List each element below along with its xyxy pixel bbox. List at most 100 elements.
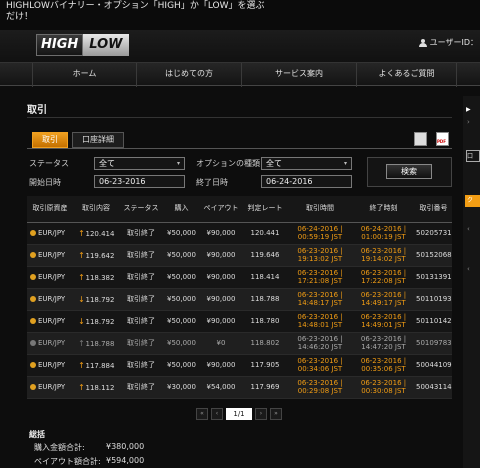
totals-payout-value: ¥594,000 — [106, 456, 145, 465]
nav-services[interactable]: サービス案内 — [242, 63, 357, 87]
header: HIGH LOW ユーザーID： — [0, 30, 480, 62]
next-page-button[interactable]: › — [255, 408, 267, 420]
cell-buy: ¥30,000 — [163, 376, 200, 399]
asset-name: EUR/JPY — [38, 361, 66, 369]
col-asset: 取引原資産 — [27, 196, 73, 223]
trade-date: 06-23-2016 | — [297, 313, 343, 321]
document-icon[interactable] — [414, 132, 427, 146]
cell-trade-id: 50152068 — [415, 244, 452, 267]
tab-divider — [27, 148, 452, 149]
trade-date: 06-23-2016 | — [297, 357, 343, 365]
logo-high: HIGH — [36, 34, 84, 56]
cell-content: ↑119.642 — [73, 244, 119, 267]
trade-date: 06-23-2016 | — [297, 247, 343, 255]
cell-payout: ¥90,000 — [200, 244, 242, 267]
cell-trade-id: 50043114 — [415, 376, 452, 399]
title-divider — [27, 117, 452, 118]
cell-end-time: 06-24-2016 | 01:00:19 JST — [352, 222, 415, 245]
cell-payout: ¥90,000 — [200, 310, 242, 333]
search-button[interactable]: 検索 — [386, 164, 432, 179]
user-id[interactable]: ユーザーID： — [418, 37, 478, 48]
cell-status: 取引終了 — [119, 244, 163, 267]
end-clock: 01:00:19 JST — [361, 233, 406, 241]
play-icon[interactable]: ▶ — [466, 106, 471, 113]
side-orange-tab[interactable]: ク — [465, 195, 480, 207]
end-date: 06-23-2016 | — [360, 357, 407, 365]
cell-status: 取引終了 — [119, 310, 163, 333]
coin-icon — [30, 230, 36, 236]
trade-clock: 14:48:01 JST — [297, 321, 343, 329]
cell-judge-rate: 118.780 — [242, 310, 288, 333]
totals-buy: 購入金額合計: ¥380,000 — [34, 442, 144, 453]
user-id-label: ユーザーID： — [429, 38, 478, 47]
trade-clock: 19:13:02 JST — [297, 255, 343, 263]
cell-trade-time: 06-23-2016 | 00:29:08 JST — [288, 376, 352, 399]
status-select-value: 全て — [99, 159, 115, 168]
end-date: 06-23-2016 | — [360, 313, 407, 321]
prev-page-button[interactable]: ‹ — [211, 408, 223, 420]
coin-icon — [30, 340, 36, 346]
table-row: EUR/JPY ↑118.382 取引終了 ¥50,000 ¥90,000 118.414… — [27, 266, 452, 289]
trade-clock: 00:34:06 JST — [297, 365, 343, 373]
trade-date: 06-23-2016 | — [297, 379, 343, 387]
cell-buy: ¥50,000 — [163, 310, 200, 333]
status-select[interactable]: 全て ▾ — [94, 157, 185, 170]
cell-asset: EUR/JPY — [27, 266, 73, 289]
cell-trade-time: 06-23-2016 | 14:46:20 JST — [288, 332, 352, 355]
cell-trade-time: 06-24-2016 | 00:59:19 JST — [288, 222, 352, 245]
entry-rate: 118.792 — [85, 317, 115, 326]
nav-faq[interactable]: よくあるご質問 — [357, 63, 457, 87]
trade-date: 06-23-2016 | — [297, 291, 343, 299]
arrow-icon[interactable]: › — [467, 118, 475, 126]
direction-arrow-icon: ↑ — [78, 382, 85, 392]
tab-account-details[interactable]: 口座詳細 — [72, 132, 124, 148]
option-type-select[interactable]: 全て ▾ — [261, 157, 352, 170]
cell-content: ↑118.112 — [73, 376, 119, 399]
table-row: EUR/JPY ↑117.884 取引終了 ¥50,000 ¥90,000 117.905… — [27, 354, 452, 377]
cell-asset: EUR/JPY — [27, 310, 73, 333]
side-box[interactable]: 口 — [466, 150, 480, 162]
start-date-input[interactable]: 06-23-2016 — [94, 175, 185, 188]
entry-rate: 117.884 — [85, 361, 115, 370]
nav-first-time[interactable]: はじめての方 — [137, 63, 242, 87]
trade-history-table: 取引原資産 取引内容 ステータス 購入 ペイアウト 判定レート 取引時間 終了時… — [27, 196, 452, 399]
asset-name: EUR/JPY — [38, 251, 66, 259]
end-date: 06-23-2016 | — [360, 335, 407, 343]
top-banner: HIGHLOWバイナリー・オプション「HIGH」か「LOW」を選ぶ だけ！ — [0, 0, 480, 30]
last-page-button[interactable]: » — [270, 408, 282, 420]
totals-payout-label: ペイアウト額合計: — [34, 457, 101, 466]
cell-asset: EUR/JPY — [27, 288, 73, 311]
totals-buy-label: 購入金額合計: — [34, 443, 85, 452]
cell-trade-time: 06-23-2016 | 14:48:01 JST — [288, 310, 352, 333]
end-clock: 14:47:20 JST — [361, 343, 406, 351]
option-type-label: オプションの種類 — [196, 159, 260, 168]
asset-name: EUR/JPY — [38, 383, 66, 391]
cell-judge-rate: 118.802 — [242, 332, 288, 355]
direction-arrow-icon: ↑ — [78, 338, 85, 348]
side-icon[interactable]: ‹ — [467, 225, 475, 233]
col-judge-rate: 判定レート — [242, 196, 288, 223]
end-date-input[interactable]: 06-24-2016 — [261, 175, 352, 188]
asset-name: EUR/JPY — [38, 339, 66, 347]
coin-icon — [30, 318, 36, 324]
tab-bar: 取引 口座詳細 — [32, 132, 124, 148]
cell-payout: ¥54,000 — [200, 376, 242, 399]
cell-buy: ¥50,000 — [163, 266, 200, 289]
banner-line-1: HIGHLOWバイナリー・オプション「HIGH」か「LOW」を選ぶ — [6, 1, 265, 11]
cell-payout: ¥90,000 — [200, 288, 242, 311]
first-page-button[interactable]: « — [196, 408, 208, 420]
cell-buy: ¥50,000 — [163, 288, 200, 311]
page-indicator: 1/1 — [226, 408, 252, 420]
tab-trade[interactable]: 取引 — [32, 132, 68, 148]
highlow-logo[interactable]: HIGH LOW — [36, 34, 130, 56]
end-date: 06-24-2016 | — [360, 225, 407, 233]
pdf-icon[interactable] — [436, 132, 449, 146]
side-icon[interactable]: ‹ — [467, 265, 475, 273]
nav-home[interactable]: ホーム — [32, 63, 137, 87]
cell-buy: ¥50,000 — [163, 332, 200, 355]
trade-clock: 14:48:17 JST — [297, 299, 343, 307]
end-clock: 14:49:01 JST — [361, 321, 406, 329]
coin-icon — [30, 252, 36, 258]
col-payout: ペイアウト — [200, 196, 242, 223]
col-end-time: 終了時刻 — [352, 196, 415, 223]
